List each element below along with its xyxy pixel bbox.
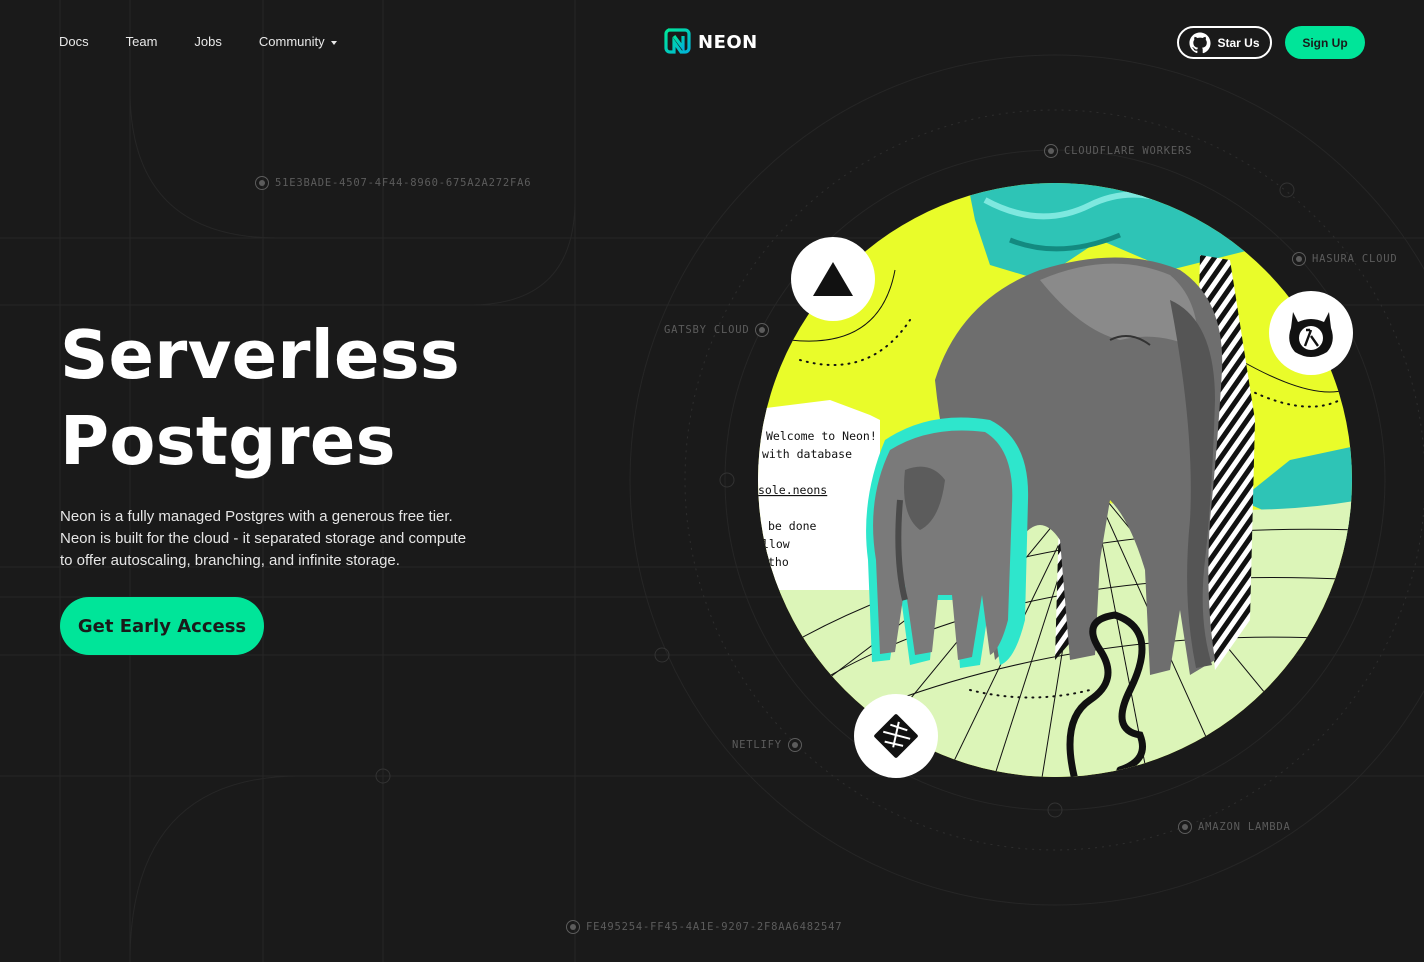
terminal-line-5: llow: [762, 537, 790, 551]
terminal-line-3: sole.neons: [758, 483, 827, 497]
netlify-badge: [854, 694, 938, 778]
terminal-line-4: be done: [768, 519, 817, 533]
terminal-line-6: tho: [768, 555, 789, 569]
vercel-badge: [791, 237, 875, 321]
hasura-badge: [1269, 291, 1353, 375]
hero-illustration: Welcome to Neon! with database sole.neon…: [758, 183, 1353, 778]
terminal-line-2: with database: [762, 447, 852, 461]
terminal-line-1: Welcome to Neon!: [766, 429, 877, 443]
